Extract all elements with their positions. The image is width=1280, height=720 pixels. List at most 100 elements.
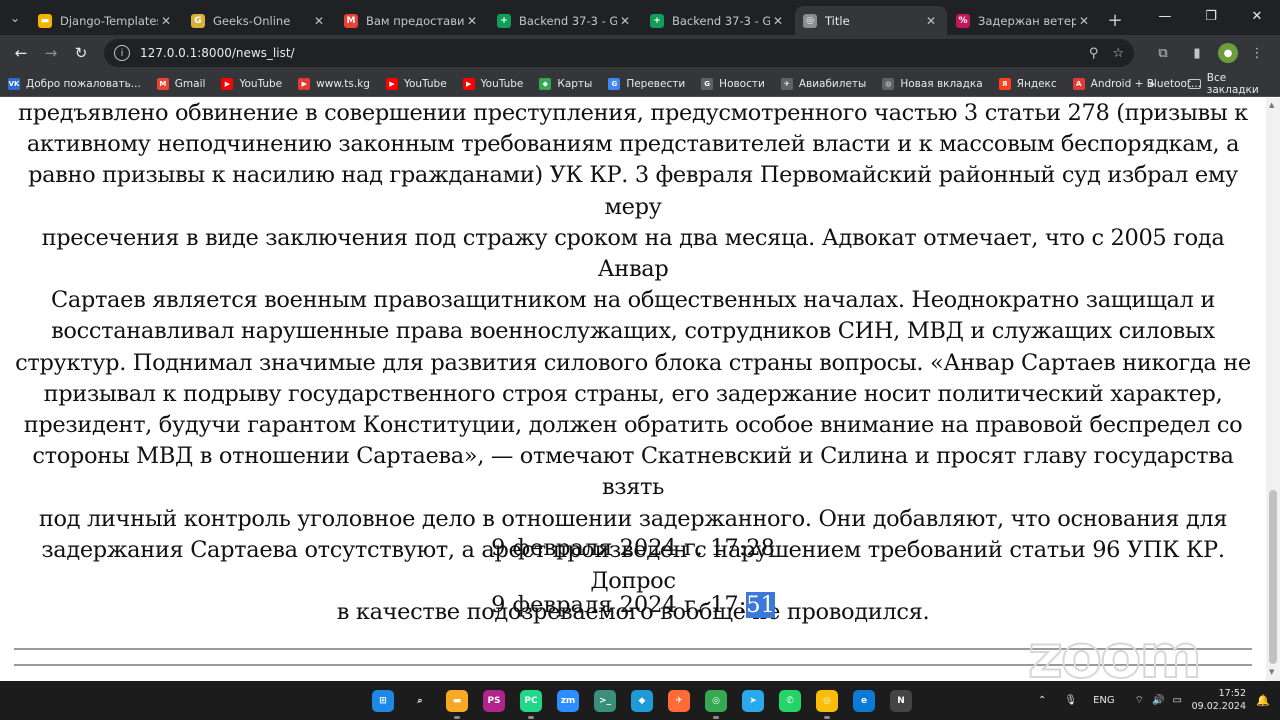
bookmark-item[interactable]: ▶ YouTube (385, 77, 447, 90)
site-info-icon[interactable]: i (114, 45, 130, 61)
tab-favicon-icon: + (497, 13, 511, 28)
address-url[interactable]: 127.0.0.1:8000/news_list/ (140, 46, 1075, 60)
browser-toolbar: ← → ↻ i 127.0.0.1:8000/news_list/ ⚲ ☆ ⧉ … (0, 35, 1280, 71)
close-tab-icon[interactable]: ✕ (617, 14, 633, 28)
tab-favicon-icon: G (191, 13, 205, 28)
taskbar-app-pycharm[interactable]: PC (520, 690, 542, 712)
bookmark-label: Добро пожаловать... (26, 77, 141, 90)
bookmark-item[interactable]: ▶ www.ts.kg (298, 77, 370, 90)
scroll-down-icon[interactable]: ▼ (1269, 668, 1274, 676)
taskbar-app-search[interactable]: ⌕ (409, 690, 431, 712)
back-button[interactable]: ← (6, 38, 36, 68)
bookmark-item[interactable]: VK Добро пожаловать... (8, 77, 141, 90)
bookmark-item[interactable]: Я Яндекс (998, 77, 1057, 90)
bookmark-item[interactable]: G Новости (701, 77, 765, 90)
bookmark-star-icon[interactable]: ☆ (1112, 46, 1124, 61)
running-indicator (454, 716, 460, 719)
close-tab-icon[interactable]: ✕ (770, 14, 786, 28)
bookmark-label: Карты (557, 77, 593, 90)
bookmark-favicon-icon: M (156, 77, 169, 90)
bookmark-label: www.ts.kg (316, 77, 370, 90)
article-line: активному неподчинению законным требован… (26, 131, 1240, 158)
taskbar-app-chrome[interactable]: ◎ (705, 690, 727, 712)
tab-title: Backend 37-3 - Goog (672, 13, 770, 28)
volume-icon[interactable]: 🔊 (1152, 695, 1164, 706)
taskbar-app-file-explorer[interactable]: ▬ (446, 690, 468, 712)
scrollbar-thumb[interactable] (1269, 490, 1277, 664)
forward-button[interactable]: → (36, 38, 66, 68)
taskbar-app-app-ide[interactable]: ◆ (631, 690, 653, 712)
language-indicator[interactable]: ENG (1093, 695, 1115, 706)
page-scrollbar[interactable]: ▲ ▼ (1266, 98, 1280, 681)
taskbar-app-chrome-profile[interactable]: ◎ (816, 690, 838, 712)
article-line: равно призывы к насилию над гражданами) … (28, 162, 1238, 220)
taskbar-app-terminal[interactable]: >_ (594, 690, 616, 712)
browser-tab[interactable]: G Geeks-Online ✕ (183, 6, 335, 35)
bookmarks-overflow-icon[interactable]: » (1148, 77, 1155, 91)
taskbar-app-edge[interactable]: e (853, 690, 875, 712)
close-tab-icon[interactable]: ✕ (311, 14, 327, 28)
browser-tab[interactable]: M Вам предоставили д✕ (336, 6, 488, 35)
bookmark-item[interactable]: ▶ YouTube (462, 77, 523, 90)
taskbar-app-postman[interactable]: ✈ (668, 690, 690, 712)
article-line: президент, будучи гарантом Конституции, … (23, 412, 1243, 439)
bookmark-item[interactable]: M Gmail (156, 77, 205, 90)
new-tab-button[interactable]: + (1101, 6, 1129, 35)
close-tab-icon[interactable]: ✕ (464, 14, 480, 28)
browser-tab[interactable]: % Задержан ветеран Е✕ (948, 6, 1100, 35)
article-line: Сартаев является военным правозащитником… (50, 287, 1216, 314)
notification-bell-icon[interactable]: 🔔 (1256, 694, 1270, 707)
restore-button[interactable]: ❐ (1188, 0, 1234, 32)
reload-button[interactable]: ↻ (66, 38, 96, 68)
article-line: под личный контроль уголовное дело в отн… (38, 505, 1228, 532)
bookmark-item[interactable]: G Перевести (608, 77, 686, 90)
timestamp-updated-prefix: 9 февраля 2024 г. 17: (491, 592, 747, 618)
close-tab-icon[interactable]: ✕ (923, 14, 939, 28)
zoom-lens-icon[interactable]: ⚲ (1089, 46, 1099, 61)
clock-time: 17:52 (1218, 688, 1246, 699)
bookmark-label: Новости (719, 77, 765, 90)
folder-icon (1188, 78, 1201, 89)
browser-tab[interactable]: ◎ Title ✕ (795, 6, 947, 35)
wifi-icon[interactable]: ⌔ (1135, 694, 1144, 707)
bookmark-label: Перевести (626, 77, 686, 90)
close-window-button[interactable]: ✕ (1234, 0, 1280, 32)
battery-icon[interactable]: ▭ (1173, 695, 1182, 706)
taskbar-app-whatsapp[interactable]: ✆ (779, 690, 801, 712)
bookmark-item[interactable]: ✈ Авиабилеты (780, 77, 866, 90)
taskbar-app-windows-start[interactable]: ⊞ (372, 690, 394, 712)
taskbar-app-telegram[interactable]: ➤ (742, 690, 764, 712)
tray-overflow-icon[interactable]: ⌃ (1038, 695, 1046, 706)
bookmark-item[interactable]: A Android + Bluetoot... (1072, 77, 1201, 90)
article-line: стороны МВД в отношении Сартаева», — отм… (32, 443, 1234, 501)
profile-avatar[interactable]: ● (1218, 43, 1238, 63)
running-indicator (713, 716, 719, 719)
address-bar[interactable]: i 127.0.0.1:8000/news_list/ ⚲ ☆ (104, 39, 1134, 67)
taskbar-app-notion[interactable]: N (890, 690, 912, 712)
minimize-button[interactable]: — (1142, 0, 1188, 32)
tab-search-button[interactable]: ⌄ (0, 0, 30, 35)
menu-dots-icon[interactable]: ⋮ (1242, 38, 1272, 68)
scroll-up-icon[interactable]: ▲ (1269, 101, 1274, 109)
taskbar-app-phpstorm[interactable]: PS (483, 690, 505, 712)
extensions-icon[interactable]: ⧉ (1148, 38, 1178, 68)
bookmark-item[interactable]: ◆ Карты (539, 77, 593, 90)
close-tab-icon[interactable]: ✕ (158, 14, 174, 28)
browser-tab[interactable]: + Backend 37-3 - Goog✕ (489, 6, 641, 35)
bookmark-favicon-icon: ▶ (462, 77, 475, 90)
close-tab-icon[interactable]: ✕ (1076, 14, 1092, 28)
browser-tab[interactable]: + Backend 37-3 - Goog✕ (642, 6, 794, 35)
bookmark-favicon-icon: ▶ (221, 77, 234, 90)
bookmark-label: Яндекс (1016, 77, 1057, 90)
page-viewport: предъявлено обвинение в совершении прест… (0, 98, 1266, 681)
taskbar-clock[interactable]: 17:52 09.02.2024 (1192, 687, 1246, 713)
browser-tab[interactable]: ▬ Django-Templates le✕ (30, 6, 182, 35)
all-bookmarks-button[interactable]: Все закладки (1188, 72, 1280, 96)
bookmark-item[interactable]: ◎ Новая вкладка (882, 77, 983, 90)
tab-favicon-icon: ▬ (38, 13, 52, 28)
side-panel-icon[interactable]: ▮ (1182, 38, 1212, 68)
taskbar-app-zoom[interactable]: zm (557, 690, 579, 712)
microphone-icon[interactable]: 🎙 (1064, 695, 1077, 706)
bookmark-item[interactable]: ▶ YouTube (221, 77, 282, 90)
plus-icon: + (1107, 10, 1123, 31)
